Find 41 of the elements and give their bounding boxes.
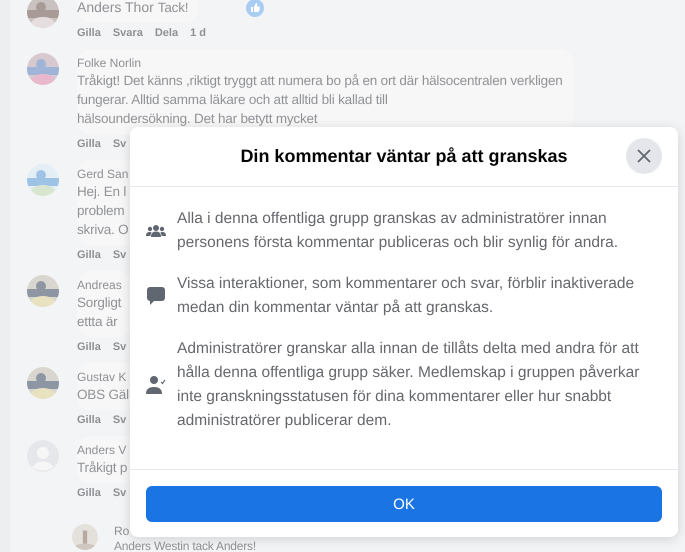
info-text: Alla i denna offentliga grupp granskas av administratörer innan personens första kommentar publiceras och blir synlig för andra. [177, 209, 620, 253]
close-icon [636, 148, 652, 164]
info-text: Administratörer granskar alla innan de tillåts delta med andra för att hålla denna offentliga grupp säker. Medlemskap i gruppen påverkar inte granskningsstatusen för dina kommentarer eller hur snabbt administratörer publicerar dem. [177, 339, 640, 431]
dialog-title: Din kommentar väntar på att granskas [240, 146, 568, 167]
close-button[interactable] [626, 138, 662, 174]
comment-action[interactable]: Gilla [77, 27, 101, 39]
comment-text: fungerar. Alltid samma läkare och att alltid bli kallad till [77, 91, 389, 109]
info-text: Vissa interaktioner, som kommentarer och svar, förblir inaktiverade medan din kommentar väntar på att granskas. [177, 274, 636, 318]
person-check-icon [146, 375, 166, 395]
comment-icon [146, 286, 166, 306]
comment-action[interactable]: Gilla [77, 487, 101, 499]
comment-text: OBS Gäl [77, 386, 129, 404]
author-name[interactable]: Gustav K [77, 369, 129, 385]
comment-text: Hej. En l [77, 183, 128, 201]
comment-action: 1 d [190, 27, 206, 39]
comment-text: ettta är [77, 313, 118, 331]
comment-action[interactable]: Sv [112, 414, 126, 426]
author-name[interactable]: Folke Norlin [77, 55, 563, 71]
author-name[interactable]: Gerd San [77, 166, 128, 182]
comment-action[interactable]: Gilla [77, 138, 101, 150]
author-name[interactable]: Anders V [77, 442, 128, 458]
comment-text: Tråkigt! Det känns ,riktigt tryggt att numera bo på en ort där hälsocentralen verkligen [77, 72, 563, 90]
comment-action[interactable]: Svara [112, 27, 143, 39]
comment-text: problem [77, 202, 126, 220]
comment-text: Tack! [158, 0, 188, 17]
comment-action[interactable]: Sv [112, 249, 126, 261]
author-name[interactable]: Andreas [77, 277, 122, 293]
comment-action[interactable]: Dela [154, 27, 178, 39]
comment-action[interactable]: Gilla [77, 414, 101, 426]
comment-action[interactable]: Sv [112, 138, 126, 150]
comment-text: skriva. O [77, 221, 128, 239]
author-name[interactable]: Anders Thor [77, 0, 154, 15]
comment-action[interactable]: Sv [112, 487, 126, 499]
comment-text: hälsoundersökning. Det har betytt mycket [77, 110, 318, 128]
ok-button[interactable]: OK [146, 486, 662, 522]
comment-text: Anders Westin tack Anders! [114, 540, 256, 552]
comment-action[interactable]: Gilla [77, 249, 101, 261]
comment-action[interactable]: Sv [112, 341, 126, 353]
comment-action[interactable]: Gilla [77, 341, 101, 353]
comment-text: Tråkigt p [77, 459, 128, 477]
comment-text: Sorgligt [77, 294, 122, 312]
